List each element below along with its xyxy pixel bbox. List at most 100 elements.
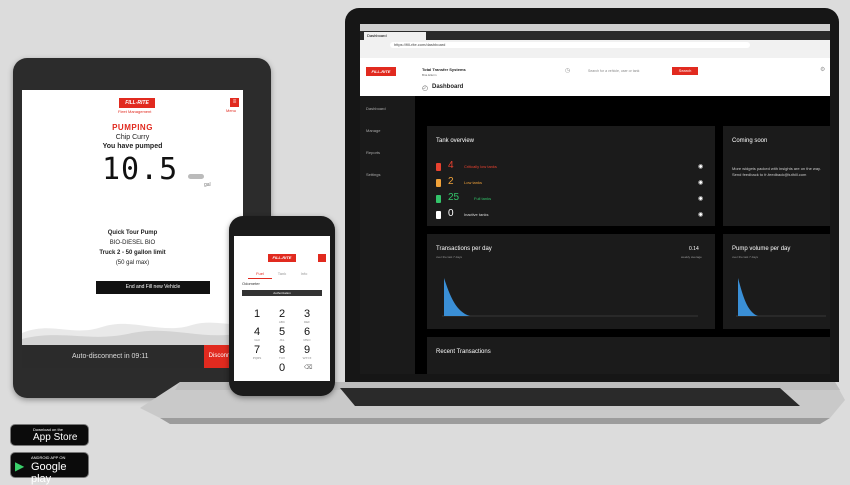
app-header: FILL-RITE Total Transfer Systems Bria El… bbox=[360, 58, 830, 96]
vehicle-limit: Truck 2 - 50 gallon limit bbox=[99, 250, 166, 256]
keypad-key-9[interactable]: 9 WXYZ bbox=[296, 344, 318, 360]
tank-label: Inactive tanks bbox=[464, 212, 489, 217]
background-hills bbox=[22, 322, 243, 345]
user-name: Bria Ellerin bbox=[422, 73, 437, 77]
browser-toolbar: https://fill-rite.com/dashboard bbox=[360, 40, 830, 50]
dashboard-main: Tank overview 4 Critically low tanks ◉ 2… bbox=[415, 96, 830, 374]
fill-rite-logo: FILL-RITE bbox=[119, 98, 155, 108]
keypad-key-1[interactable]: 1 bbox=[246, 308, 268, 320]
fuel-type: BIO-DIESEL BIO bbox=[109, 240, 156, 246]
app-sidebar: Dashboard Manage Reports Settings bbox=[360, 96, 415, 374]
transactions-title: Transactions per day bbox=[436, 246, 492, 252]
customer-name: Chip Curry bbox=[115, 134, 150, 141]
tank-row-full[interactable]: 25 Full tanks ◉ bbox=[436, 192, 706, 206]
coming-soon-card: Coming soon More widgets packed with ins… bbox=[723, 126, 830, 226]
url-input[interactable]: https://fill-rite.com/dashboard bbox=[390, 42, 750, 48]
tank-label: Critically low tanks bbox=[464, 164, 497, 169]
eye-icon[interactable]: ◉ bbox=[698, 179, 703, 186]
authorization-button[interactable]: Authorization bbox=[242, 290, 322, 296]
tab-fuel[interactable]: Fuel bbox=[248, 270, 272, 279]
clock-icon: ◷ bbox=[565, 68, 571, 74]
tank-count: 4 bbox=[448, 160, 454, 171]
volume-indicator bbox=[188, 174, 204, 179]
odometer-label: Odometer bbox=[242, 281, 260, 286]
google-play-text: Google play bbox=[31, 461, 67, 485]
transactions-value-label: weekly average bbox=[681, 255, 702, 259]
pumped-label: You have pumped bbox=[102, 143, 163, 150]
tablet-screen: FILL-RITE Fleet Management ≡ Menu PUMPIN… bbox=[22, 90, 243, 368]
dashboard-icon: ◴ bbox=[422, 85, 429, 92]
tank-overview-card: Tank overview 4 Critically low tanks ◉ 2… bbox=[427, 126, 715, 226]
browser-tab[interactable]: Dashboard bbox=[364, 32, 426, 40]
tank-row-critical[interactable]: 4 Critically low tanks ◉ bbox=[436, 160, 706, 174]
fill-rite-logo: FILL-RITE bbox=[366, 67, 396, 76]
pump-volume-title: Pump volume per day bbox=[732, 246, 791, 252]
pump-volume-chart bbox=[736, 278, 826, 317]
auto-disconnect-text: Auto-disconnect in 09:11 bbox=[72, 353, 149, 360]
sidebar-item-settings[interactable]: Settings bbox=[366, 172, 380, 177]
max-volume: (50 gal max) bbox=[115, 260, 150, 266]
pump-name: Quick Tour Pump bbox=[107, 230, 158, 236]
end-fill-new-vehicle-button[interactable]: End and Fill new Vehicle bbox=[96, 281, 210, 294]
recent-transactions-title: Recent Transactions bbox=[436, 349, 491, 355]
pumped-volume: 10.5 bbox=[102, 152, 179, 187]
coming-soon-title: Coming soon bbox=[732, 138, 768, 144]
menu-icon[interactable]: ≡ bbox=[230, 98, 239, 107]
tank-icon bbox=[436, 195, 441, 203]
sidebar-item-manage[interactable]: Manage bbox=[366, 128, 380, 133]
tank-label: Full tanks bbox=[474, 196, 492, 201]
keypad-key-3[interactable]: 3 DEF bbox=[296, 308, 318, 324]
laptop-screen: Dashboard https://fill-rite.com/dashboar… bbox=[360, 24, 830, 374]
tank-icon bbox=[436, 179, 441, 187]
phone-screen: FILL-RITE Fuel Tank Info Odometer Author… bbox=[234, 236, 330, 381]
google-play-badge[interactable]: ▶ ANDROID APP ON Google play bbox=[10, 452, 89, 485]
sidebar-item-reports[interactable]: Reports bbox=[366, 150, 380, 155]
keypad-key-6[interactable]: 6 MNO bbox=[296, 326, 318, 342]
company-name: Total Transfer Systems bbox=[422, 67, 466, 72]
backspace-icon[interactable]: ⌫ bbox=[304, 364, 312, 371]
tank-label: Low tanks bbox=[464, 180, 483, 185]
keypad-key-5[interactable]: 5 JKL bbox=[271, 326, 293, 342]
recent-transactions-card: Recent Transactions bbox=[427, 337, 830, 374]
tab-info[interactable]: Info bbox=[292, 270, 316, 278]
search-input[interactable]: Search for a vehicle, user or tank bbox=[588, 68, 668, 74]
auto-disconnect-bar: Auto-disconnect in 09:11 Disconnect bbox=[22, 345, 243, 368]
coming-soon-text: More widgets packed with insights are on… bbox=[732, 166, 821, 177]
tank-count: 0 bbox=[448, 208, 454, 219]
eye-icon[interactable]: ◉ bbox=[698, 163, 703, 170]
menu-label: Menu bbox=[226, 108, 237, 113]
fill-rite-logo: FILL-RITE bbox=[268, 254, 296, 262]
menu-icon[interactable] bbox=[318, 254, 326, 262]
search-button[interactable]: Search bbox=[672, 67, 698, 75]
pumping-status: PUMPING bbox=[112, 123, 153, 132]
sidebar-item-dashboard[interactable]: Dashboard bbox=[366, 106, 386, 111]
keypad-key-8[interactable]: 8 TUV bbox=[271, 344, 293, 360]
eye-icon[interactable]: ◉ bbox=[698, 211, 703, 218]
pump-volume-subtitle: over the last 7 days bbox=[732, 255, 759, 259]
settings-icon[interactable]: ⚙ bbox=[820, 66, 825, 73]
pump-volume-card: Pump volume per day over the last 7 days bbox=[723, 234, 830, 329]
browser-tab-strip: Dashboard bbox=[360, 31, 830, 40]
tank-row-low[interactable]: 2 Low tanks ◉ bbox=[436, 176, 706, 190]
tank-icon bbox=[436, 211, 441, 219]
transactions-value: 0.14 bbox=[689, 246, 699, 252]
app-store-badge[interactable]: Download on the App Store bbox=[10, 424, 89, 446]
keypad-key-2[interactable]: 2 ABC bbox=[271, 308, 293, 324]
volume-unit: gal bbox=[204, 182, 211, 188]
app-store-text: App Store bbox=[33, 432, 78, 443]
google-top-text: ANDROID APP ON bbox=[31, 455, 66, 460]
tab-tank[interactable]: Tank bbox=[270, 270, 294, 278]
tank-count: 25 bbox=[448, 192, 460, 203]
keypad-key-7[interactable]: 7 PQRS bbox=[246, 344, 268, 360]
google-play-icon: ▶ bbox=[15, 459, 25, 473]
tank-row-inactive[interactable]: 0 Inactive tanks ◉ bbox=[436, 208, 706, 222]
eye-icon[interactable]: ◉ bbox=[698, 195, 703, 202]
tank-icon bbox=[436, 163, 441, 171]
keypad-key-4[interactable]: 4 GHI bbox=[246, 326, 268, 342]
tank-count: 2 bbox=[448, 176, 454, 187]
tank-overview-title: Tank overview bbox=[436, 138, 475, 144]
transactions-card: Transactions per day over the last 7 day… bbox=[427, 234, 715, 329]
page-title: Dashboard bbox=[432, 84, 464, 90]
transactions-subtitle: over the last 7 days bbox=[436, 255, 463, 259]
keypad-key-0[interactable]: 0 bbox=[271, 362, 293, 374]
